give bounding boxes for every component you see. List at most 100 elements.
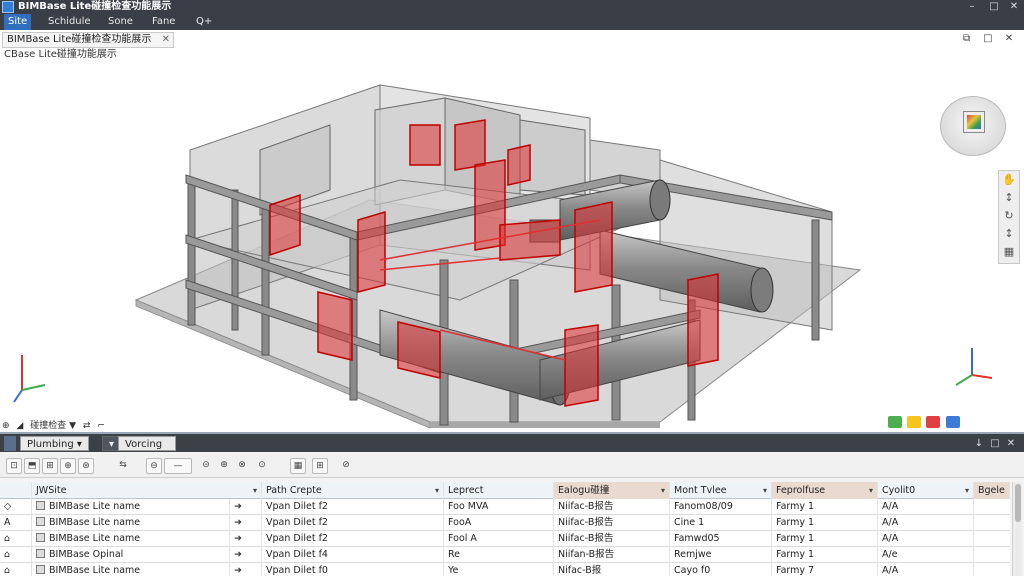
cell-feprol: Farmy 1 [772,499,878,515]
clear-icon[interactable]: ⊘ [338,458,354,474]
sort-arrow-icon[interactable]: ▾ [869,482,873,499]
table-scrollbar[interactable] [1012,482,1022,576]
cell-arrow-icon[interactable]: ➜ [230,547,262,563]
zoom-icon[interactable]: ↕ [999,189,1019,207]
cell-clash: Niifac-B报告 [554,531,670,547]
grid-icon[interactable]: ⊞ [42,458,58,474]
pan-icon[interactable]: ✋ [999,171,1019,189]
table-row[interactable]: ⌂ BIMBase Lite name ➜ Vpan Dilet f0 Ye N… [0,563,1010,576]
cell-arrow-icon[interactable]: ➜ [230,531,262,547]
clash-check-dropdown[interactable]: 碰撞检查 ▼ [30,418,76,431]
cell-site: BIMBase Lite name [32,531,230,547]
view-maximize-button[interactable]: □ [979,33,997,44]
cell-site: BIMBase Lite name [32,515,230,531]
scrollbar-thumb[interactable] [1015,484,1021,522]
element-icon [36,517,45,526]
cell-site: BIMBase Opinal [32,547,230,563]
cell-clash: Niifac-B报告 [554,499,670,515]
column-header-project[interactable]: Leprect [444,482,554,499]
cell-arrow-icon[interactable]: ➜ [230,499,262,515]
column-header-icon[interactable] [0,482,32,499]
sort-arrow-icon[interactable]: ▾ [763,482,767,499]
table-row[interactable]: A BIMBase Lite name ➜ Vpan Dilet f2 FooA… [0,515,1010,531]
cell-clash: Niifac-B报告 [554,515,670,531]
cell-cyol: A/e [878,547,974,563]
line-style-dropdown[interactable]: — [164,458,192,474]
globe-icon[interactable]: ⊕ [60,458,76,474]
menu-sone[interactable]: Sone [104,14,137,30]
select-icon[interactable]: ◢ [16,421,23,431]
table-header: JWSite ▾ Path Crepte ▾ Leprect Ealogu碰撞 … [0,482,1010,499]
app-logo-icon [2,1,14,13]
view-cube[interactable] [940,96,1006,156]
export-icon[interactable]: ⊞ [312,458,328,474]
column-header-site[interactable]: JWSite ▾ [32,482,262,499]
view-restore-button[interactable]: ⧉ [958,33,976,44]
column-header-cyol[interactable]: Cyolit0 ▾ [878,482,974,499]
status-info-icon[interactable] [945,416,960,428]
view-window-controls: ⧉ □ ✕ [958,33,1018,47]
zoom-in-icon[interactable]: ⊕ [216,458,232,474]
building-model-render[interactable] [0,30,1024,432]
menu-fane[interactable]: Fane [148,14,179,30]
column-header-mont[interactable]: Mont Tvlee ▾ [670,482,772,499]
settings-icon[interactable]: ⊛ [78,458,94,474]
panel-close-button[interactable]: ✕ [1004,436,1018,451]
status-error-icon[interactable] [926,416,941,428]
status-ok-icon[interactable] [888,416,902,428]
status-warning-icon[interactable] [907,416,922,428]
view-close-button[interactable]: ✕ [1000,33,1018,44]
report-icon[interactable]: ▦ [290,458,306,474]
cell-arrow-icon[interactable]: ➜ [230,515,262,531]
corner-icon[interactable]: ⌐ [97,421,105,431]
document-tab-close-icon[interactable]: ✕ [162,33,170,47]
window-title: BIMBase Lite碰撞检查功能展示 [18,1,172,12]
sort-arrow-icon[interactable]: ▾ [435,482,439,499]
cell-feprol: Farmy 7 [772,563,878,576]
panel-float-button[interactable]: □ [988,436,1002,451]
view-cube-top-icon [967,115,981,129]
swap-icon[interactable]: ⇄ [83,421,91,431]
orbit-icon[interactable]: ↻ [999,207,1019,225]
zoom-menu-icon[interactable]: ⊙ [254,458,270,474]
3d-viewport[interactable]: ✋ ↕ ↻ ↕ ▦ ⊕ ◢ 碰撞检查 ▼ ⇄ ⌐ [0,30,1024,432]
row-type-icon: ⌂ [0,563,32,576]
sort-arrow-icon[interactable]: ▾ [965,482,969,499]
column-header-feprol[interactable]: Feprolfuse ▾ [772,482,878,499]
table-row[interactable]: ⌂ BIMBase Opinal ➜ Vpan Dilet f4 Re Niif… [0,547,1010,563]
table-row[interactable]: ⌂ BIMBase Lite name ➜ Vpan Dilet f2 Fool… [0,531,1010,547]
menu-quick[interactable]: Q+ [192,14,216,30]
sort-arrow-icon[interactable]: ▾ [253,482,257,499]
filter-icon[interactable]: ⬒ [24,458,40,474]
cell-arrow-icon[interactable]: ➜ [230,563,262,576]
document-tab[interactable]: BIMBase Lite碰撞检查功能展示 ✕ [2,32,174,48]
row-type-icon: ◇ [0,499,32,515]
close-button[interactable]: ✕ [1002,0,1024,14]
cell-cyol: A/A [878,499,974,515]
view-cube-face[interactable] [963,111,985,133]
sort-arrow-icon[interactable]: ▾ [661,482,665,499]
column-header-bgele[interactable]: Bgele [974,482,1010,499]
swap-icon[interactable]: ⇆ [112,458,134,474]
walk-icon[interactable]: ↕ [999,225,1019,243]
select-all-icon[interactable]: ⊡ [6,458,22,474]
column-header-path[interactable]: Path Crepte ▾ [262,482,444,499]
view-mode-icon[interactable]: ▦ [999,243,1019,261]
circle-icon[interactable]: ⊖ [146,458,162,474]
table-row[interactable]: ◇ BIMBase Lite name ➜ Vpan Dilet f2 Foo … [0,499,1010,515]
minimize-button[interactable]: – [960,0,984,14]
menu-site[interactable]: Site [4,14,32,30]
panel-grip-icon[interactable] [4,436,16,451]
menu-schedule[interactable]: Schidule [44,14,95,30]
zoom-fit-icon[interactable]: ⊗ [234,458,250,474]
panel-pin-button[interactable]: ↓ [972,436,986,451]
row-type-icon: ⌂ [0,547,32,563]
snap-icon[interactable]: ⊕ [2,421,10,431]
cell-feprol: Farmy 1 [772,515,878,531]
panel-tab-bar: Plumbing ▾ ▾ Vorcing ↓ □ ✕ [0,434,1024,452]
tab-plumbing[interactable]: Plumbing ▾ [20,436,89,451]
zoom-out-icon[interactable]: ⊝ [198,458,214,474]
column-header-clash[interactable]: Ealogu碰撞 ▾ [554,482,670,499]
cell-mont: Fanom08/09 [670,499,772,515]
tab-vorcing[interactable]: Vorcing [118,436,176,451]
